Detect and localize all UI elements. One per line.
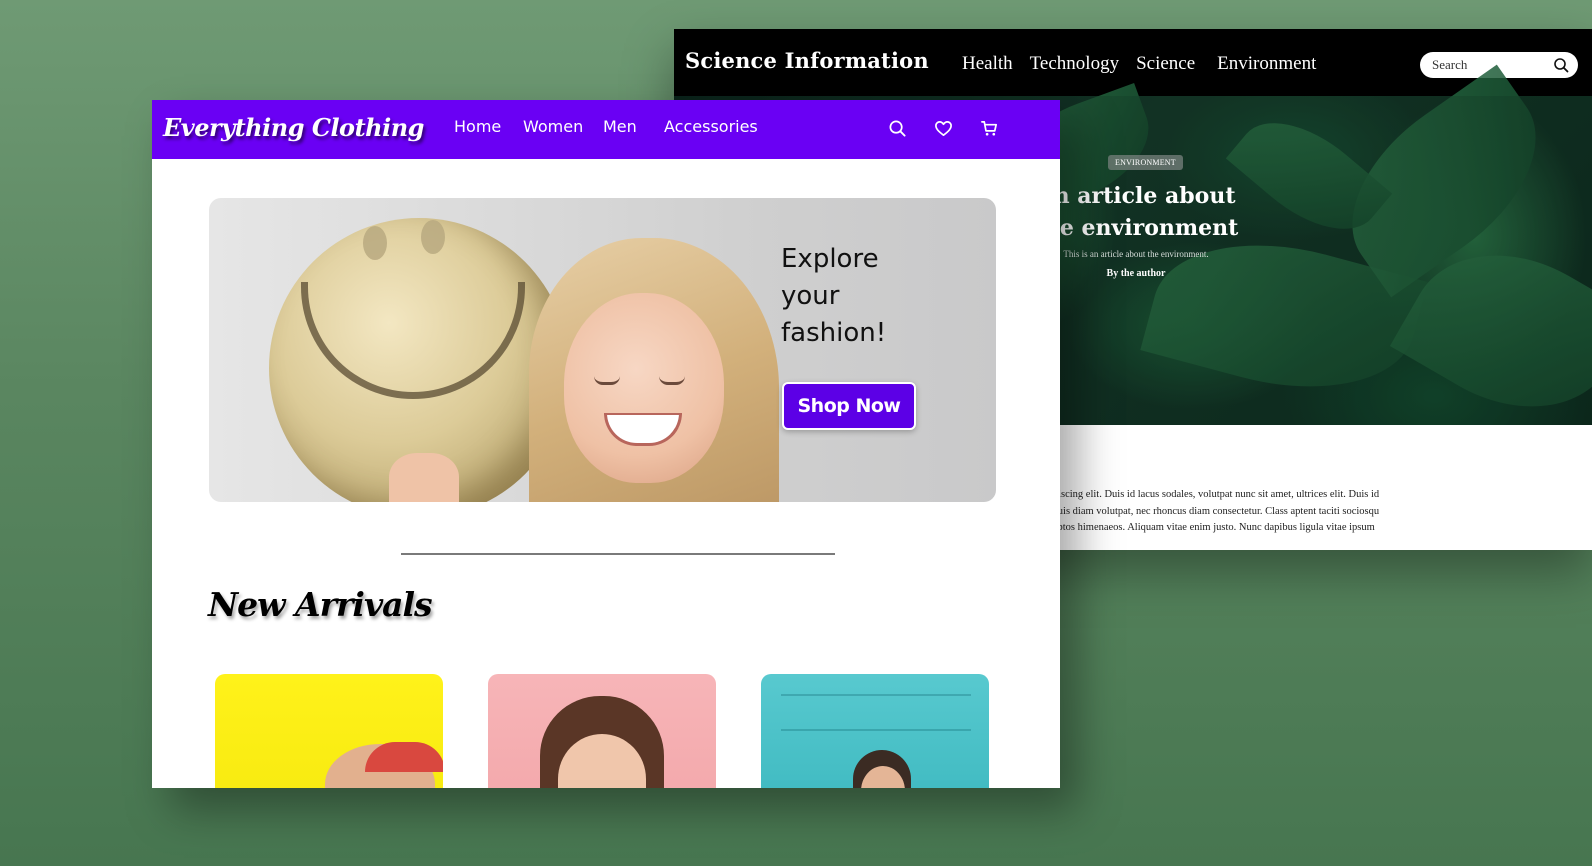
shop-navbar: Everything Clothing Home Women Men Acces…	[152, 100, 1060, 159]
balloon-eye	[363, 226, 387, 260]
new-arrivals-heading: New Arrivals	[208, 585, 433, 624]
cart-icon[interactable]	[980, 119, 999, 138]
nav-link-technology[interactable]: Technology	[1030, 53, 1119, 75]
product-image-hat	[365, 742, 443, 772]
heart-icon[interactable]	[934, 119, 953, 138]
balloon-mouth	[301, 282, 525, 399]
section-divider	[401, 553, 835, 555]
category-badge[interactable]: ENVIRONMENT	[1108, 155, 1183, 170]
balloon-eye	[421, 220, 445, 254]
hero-headline: Explore your fashion!	[781, 241, 951, 352]
hero-headline-line: your	[781, 281, 840, 311]
article-body-line: ex quis diam volutpat, nec rhoncus diam …	[1040, 505, 1380, 517]
hero-banner: Explore your fashion! Shop Now	[209, 198, 996, 502]
search-icon[interactable]	[888, 119, 907, 138]
brick-line	[781, 729, 971, 731]
article-body: adipiscing elit. Duis id lacus sodales, …	[1040, 487, 1440, 537]
nav-link-health[interactable]: Health	[962, 53, 1013, 75]
science-logo[interactable]: Science Information	[685, 48, 929, 73]
product-card-1[interactable]	[215, 674, 443, 788]
nav-link-men[interactable]: Men	[603, 117, 637, 136]
nav-link-accessories[interactable]: Accessories	[664, 117, 758, 136]
nav-link-science[interactable]: Science	[1136, 53, 1195, 75]
everything-clothing-window: Everything Clothing Home Women Men Acces…	[152, 100, 1060, 788]
nav-link-women[interactable]: Women	[523, 117, 583, 136]
hero-headline-line: Explore	[781, 244, 879, 274]
shop-logo[interactable]: Everything Clothing	[163, 113, 424, 142]
woman-face-image	[564, 293, 724, 483]
article-body-line: inceptos himenaeos. Aliquam vitae enim j…	[1040, 522, 1375, 533]
science-nav-links: Health Technology Science Environment	[962, 53, 1333, 75]
brick-line	[781, 694, 971, 696]
product-card-2[interactable]	[488, 674, 716, 788]
nav-link-environment[interactable]: Environment	[1217, 53, 1316, 75]
hero-headline-line: fashion!	[781, 318, 887, 348]
nav-link-home[interactable]: Home	[454, 117, 501, 136]
product-card-3[interactable]	[761, 674, 989, 788]
hand-image	[389, 453, 459, 502]
search-icon[interactable]	[1553, 57, 1569, 73]
shop-now-button[interactable]: Shop Now	[782, 382, 916, 430]
article-body-line: adipiscing elit. Duis id lacus sodales, …	[1040, 489, 1380, 500]
